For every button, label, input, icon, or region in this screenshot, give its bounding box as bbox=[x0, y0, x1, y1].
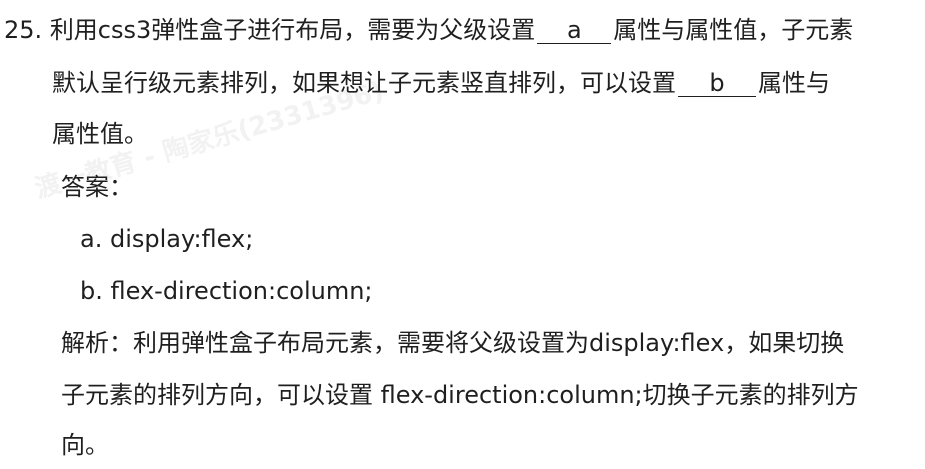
answer-label: 答案： bbox=[61, 173, 133, 201]
answer-a: a. display:flex; bbox=[80, 225, 254, 253]
question-text-2a: 默认呈行级元素排列，如果想让子元素竖直排列，可以设置 bbox=[52, 69, 676, 97]
question-text-1b: 属性与属性值，子元素 bbox=[613, 16, 854, 44]
blank-b: b bbox=[678, 70, 756, 97]
blank-a: a bbox=[537, 17, 612, 44]
question-line-2: 默认呈行级元素排列，如果想让子元素竖直排列，可以设置 b 属性与 bbox=[52, 66, 830, 100]
analysis-line-2: 子元素的排列方向，可以设置 flex-direction:column;切换子元… bbox=[61, 381, 859, 409]
answer-b: b. flex-direction:column; bbox=[80, 277, 373, 305]
question-text-2b: 属性与 bbox=[758, 69, 830, 97]
question-text-1a: 利用css3弹性盒子进行布局，需要为父级设置 bbox=[49, 16, 536, 44]
question-number: 25. bbox=[4, 16, 43, 44]
analysis-line-1: 解析：利用弹性盒子布局元素，需要将父级设置为display:flex，如果切换 bbox=[61, 329, 845, 357]
question-line-3: 属性值。 bbox=[52, 120, 148, 148]
question-line-1: 25. 利用css3弹性盒子进行布局，需要为父级设置 a 属性与属性值，子元素 bbox=[4, 13, 853, 47]
analysis-line-3: 向。 bbox=[61, 431, 109, 459]
